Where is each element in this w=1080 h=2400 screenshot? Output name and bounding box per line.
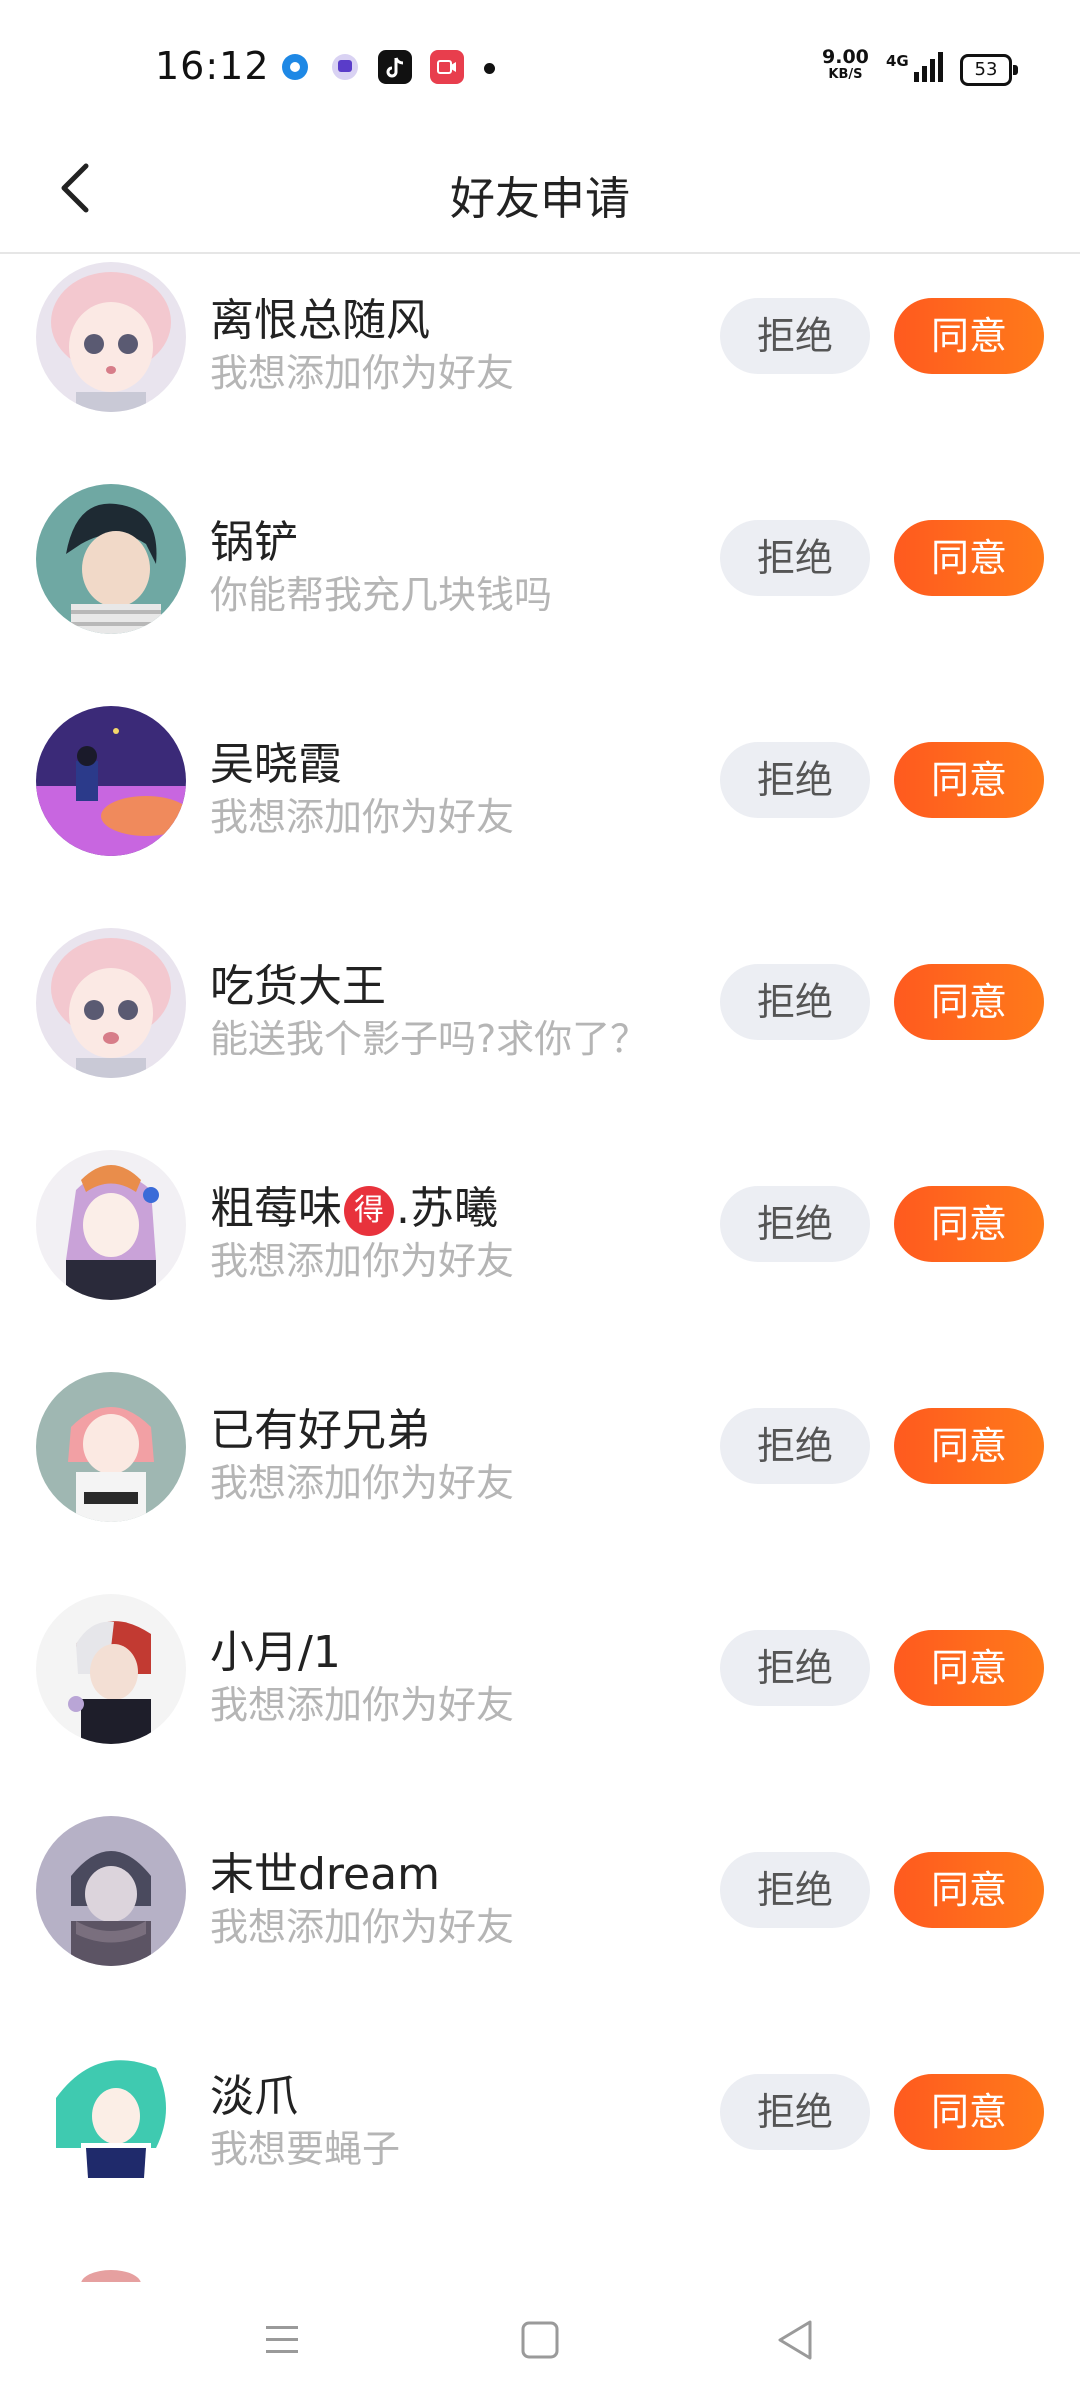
friend-message: 我想添加你为好友	[210, 1461, 515, 1505]
friend-name: 锅铲	[210, 517, 298, 568]
friend-request-list[interactable]: 离恨总随风 我想添加你为好友 拒绝 同意 锅铲 你能帮我充几块钱吗 拒绝 同意	[0, 254, 1080, 2282]
avatar[interactable]	[36, 262, 186, 412]
friend-message: 我想添加你为好友	[210, 795, 515, 839]
friend-name: 小月/1	[210, 1627, 341, 1678]
chat-app-icon	[328, 50, 362, 84]
app-header: 好友申请	[0, 130, 1080, 254]
accept-button[interactable]: 同意	[894, 298, 1044, 374]
status-bar: 16:12 9.00 KB/S 4G 53	[0, 0, 1080, 130]
friend-request-row: 锅铲 你能帮我充几块钱吗 拒绝 同意	[0, 476, 1080, 698]
battery-level: 53	[974, 59, 998, 80]
reject-button[interactable]: 拒绝	[720, 520, 870, 596]
app-notification-icon	[278, 50, 312, 84]
reject-button[interactable]: 拒绝	[720, 298, 870, 374]
friend-request-row: 末世dream 我想添加你为好友 拒绝 同意	[0, 1808, 1080, 2030]
menu-icon[interactable]	[252, 2310, 312, 2370]
friend-request-row: 吴晓霞 我想添加你为好友 拒绝 同意	[0, 698, 1080, 920]
friend-request-row: 离恨总随风 我想添加你为好友 拒绝 同意	[0, 254, 1080, 476]
friend-message: 我想要蝇子	[210, 2127, 401, 2171]
tiktok-icon	[378, 50, 412, 84]
avatar[interactable]	[36, 1816, 186, 1966]
avatar[interactable]	[36, 928, 186, 1078]
battery-icon: 53	[960, 54, 1018, 86]
friend-name: 已有好兄弟	[210, 1405, 430, 1456]
friend-message: 我想添加你为好友	[210, 1239, 515, 1283]
status-time: 16:12	[155, 44, 270, 88]
reject-button[interactable]: 拒绝	[720, 1852, 870, 1928]
friend-request-row	[0, 2252, 1080, 2282]
friend-message: 你能帮我充几块钱吗	[210, 573, 553, 617]
network-speed: 9.00 KB/S	[822, 48, 869, 84]
reject-button[interactable]: 拒绝	[720, 964, 870, 1040]
friend-request-row: 粗莓味得 .苏曦 我想添加你为好友 拒绝 同意	[0, 1142, 1080, 1364]
screen-record-icon	[430, 50, 464, 84]
avatar[interactable]	[36, 1594, 186, 1744]
signal-icon: 4G	[886, 52, 943, 82]
avatar[interactable]	[36, 1372, 186, 1522]
page-title: 好友申请	[449, 172, 630, 225]
friend-message: 能送我个影子吗?求你了？	[210, 1017, 649, 1061]
reject-button[interactable]: 拒绝	[720, 1630, 870, 1706]
avatar[interactable]	[36, 706, 186, 856]
friend-name-prefix: 粗莓味	[210, 1183, 342, 1234]
friend-request-row: 吃货大王 能送我个影子吗?求你了？ 拒绝 同意	[0, 920, 1080, 1142]
friend-message: 我想添加你为好友	[210, 351, 515, 395]
accept-button[interactable]: 同意	[894, 1408, 1044, 1484]
friend-request-row: 已有好兄弟 我想添加你为好友 拒绝 同意	[0, 1364, 1080, 1586]
more-notifications-icon	[484, 63, 495, 74]
accept-button[interactable]: 同意	[894, 1630, 1044, 1706]
home-icon[interactable]	[510, 2310, 570, 2370]
accept-button[interactable]: 同意	[894, 520, 1044, 596]
accept-button[interactable]: 同意	[894, 1852, 1044, 1928]
reject-button[interactable]: 拒绝	[720, 1186, 870, 1262]
reject-button[interactable]: 拒绝	[720, 1408, 870, 1484]
back-triangle-icon[interactable]	[766, 2310, 826, 2370]
reject-button[interactable]: 拒绝	[720, 2074, 870, 2150]
friend-name: 粗莓味得 .苏曦	[210, 1172, 498, 1236]
network-type: 4G	[886, 52, 909, 70]
accept-button[interactable]: 同意	[894, 742, 1044, 818]
friend-name: 离恨总随风	[210, 295, 430, 346]
friend-name: 吃货大王	[210, 961, 386, 1012]
reject-button[interactable]: 拒绝	[720, 742, 870, 818]
name-badge: 得	[344, 1186, 394, 1236]
accept-button[interactable]: 同意	[894, 2074, 1044, 2150]
avatar[interactable]	[36, 1150, 186, 1300]
friend-request-row: 小月/1 我想添加你为好友 拒绝 同意	[0, 1586, 1080, 1808]
friend-name: 淡爪	[210, 2071, 298, 2122]
friend-message: 我想添加你为好友	[210, 1683, 515, 1727]
network-speed-value: 9.00	[822, 46, 869, 68]
network-speed-unit: KB/S	[828, 67, 863, 82]
avatar[interactable]	[36, 484, 186, 634]
friend-message: 我想添加你为好友	[210, 1905, 515, 1949]
accept-button[interactable]: 同意	[894, 964, 1044, 1040]
system-navigation-bar	[0, 2280, 1080, 2400]
friend-name: 吴晓霞	[210, 739, 342, 790]
friend-request-row: 淡爪 我想要蝇子 拒绝 同意	[0, 2030, 1080, 2252]
friend-name: 末世dream	[210, 1849, 440, 1900]
accept-button[interactable]: 同意	[894, 1186, 1044, 1262]
friend-name-suffix: .苏曦	[396, 1183, 498, 1234]
avatar[interactable]	[36, 2038, 186, 2188]
